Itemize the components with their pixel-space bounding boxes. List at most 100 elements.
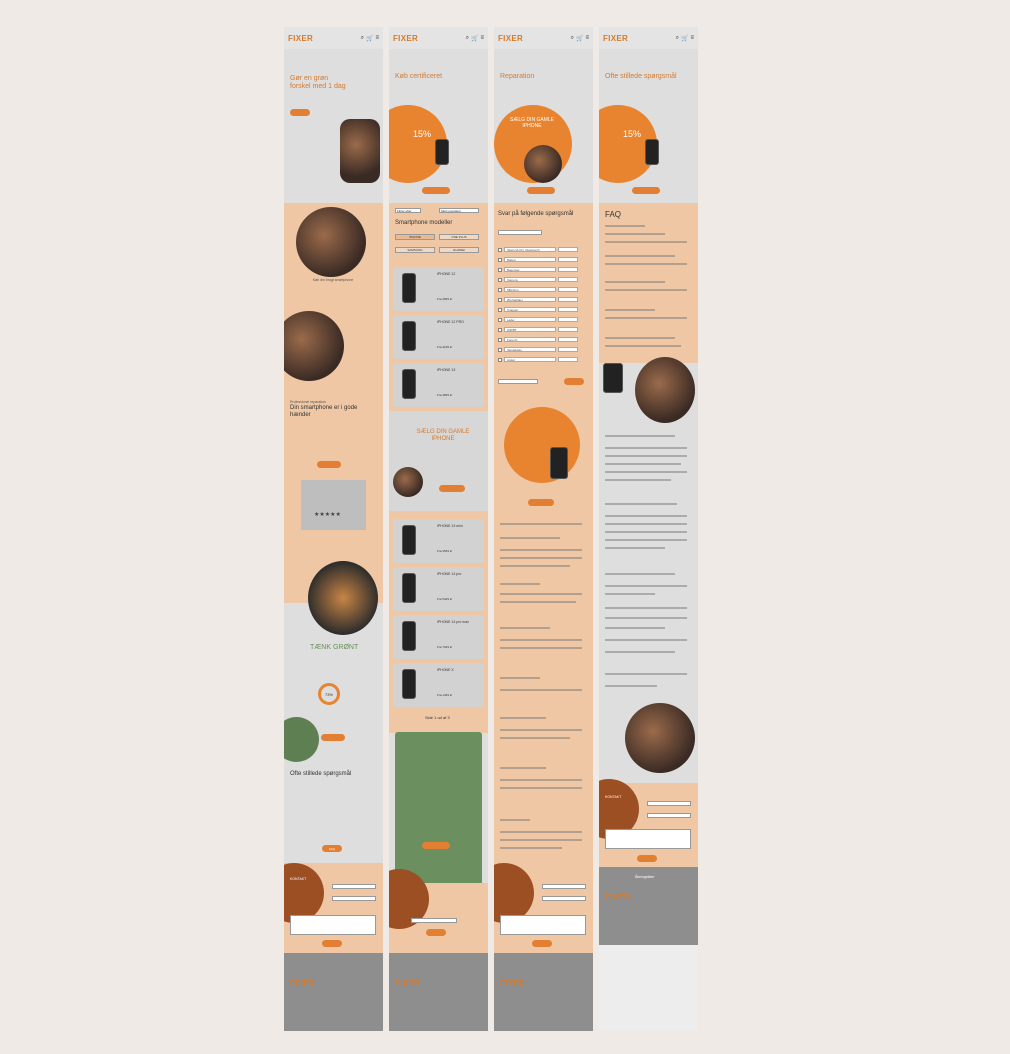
sell-photo: [393, 467, 423, 497]
send-button[interactable]: [322, 940, 342, 947]
faq-button[interactable]: FAQ: [322, 845, 342, 852]
product-card[interactable]: IPHONE 14 pro max Fra 7349 kr: [393, 615, 484, 659]
option-row[interactable]: Face ID: [498, 336, 589, 343]
menu-icon[interactable]: ≡: [690, 35, 694, 42]
sell-button[interactable]: [527, 187, 555, 194]
option-row[interactable]: Skærm/LCD, Glas/touch: [498, 246, 589, 253]
eco-button[interactable]: [422, 842, 450, 849]
send-button[interactable]: [637, 855, 657, 862]
sell-title: SÆLG DIN GAMLE IPHONE: [510, 117, 554, 129]
page-faq: FIXER ⌕ 🛒 ≡ Ofte stillede spørgsmål 15% FA…: [599, 27, 698, 1031]
option-row[interactable]: Andet: [498, 356, 589, 363]
footer-logo: FIXER: [290, 979, 316, 988]
sell-button[interactable]: [439, 485, 465, 492]
hero-title: Ofte stillede spørgsmål: [605, 73, 677, 80]
models-title: Smartphone modeller: [395, 220, 453, 226]
faq-section: [599, 203, 698, 363]
contact-title: KONTAKT: [290, 877, 307, 881]
product-card[interactable]: IPHONE 12 PRO Fra 3199 kr: [393, 315, 484, 359]
option-row[interactable]: Vandskade: [498, 346, 589, 353]
cart-icon[interactable]: 🛒: [576, 35, 583, 42]
subscribe-button[interactable]: [426, 929, 446, 936]
option-row[interactable]: Bagcover: [498, 266, 589, 273]
footer-logo: FIXER: [500, 979, 526, 988]
brand-chip-samsung[interactable]: SAMSUNG: [395, 247, 435, 253]
info-button[interactable]: [528, 499, 554, 506]
product-card[interactable]: IPHONE 13 Fra 3849 kr: [393, 363, 484, 407]
eco-title: TÆNK GRØNT: [310, 644, 359, 651]
next-button[interactable]: [564, 378, 584, 385]
header: FIXER ⌕ 🛒 ≡: [599, 27, 698, 49]
rating: ★★★★★: [314, 512, 341, 518]
menu-icon[interactable]: ≡: [585, 35, 589, 42]
sell-title: SÆLG DIN GAMLE IPHONE: [416, 429, 470, 442]
eco-button[interactable]: [321, 734, 345, 741]
product-card[interactable]: IPHONE 12 Fra 2849 kr: [393, 267, 484, 311]
footer-title: Åbningstider: [635, 875, 655, 879]
header: FIXER ⌕ 🛒 ≡: [494, 27, 593, 49]
message-field[interactable]: [605, 829, 691, 849]
email-field[interactable]: [647, 813, 691, 818]
logo[interactable]: FIXER: [603, 34, 628, 43]
cart-icon[interactable]: 🛒: [681, 35, 688, 42]
newsletter-email[interactable]: [411, 918, 457, 923]
model-select[interactable]: [498, 230, 542, 235]
section-label: Professionel reparation: [290, 400, 326, 404]
header: FIXER ⌕ 🛒 ≡: [389, 27, 488, 49]
brand-chip-oneplus[interactable]: ONE PLUS: [439, 234, 479, 240]
menu-icon[interactable]: ≡: [375, 35, 379, 42]
page-home: FIXER ⌕ 🛒 ≡ Gør en grøn forskel med 1 dag …: [284, 27, 383, 1031]
footer-logo: FIXER: [395, 979, 421, 988]
option-row[interactable]: Lader: [498, 316, 589, 323]
hero-photo: [340, 119, 380, 183]
footer-logo: FIXER: [605, 893, 631, 902]
hero-button[interactable]: [290, 109, 310, 116]
name-field[interactable]: [647, 801, 691, 806]
option-row[interactable]: Wifi/BT: [498, 326, 589, 333]
search-icon[interactable]: ⌕: [361, 35, 364, 42]
send-button[interactable]: [532, 940, 552, 947]
shop-button[interactable]: [422, 187, 450, 194]
product-card[interactable]: IPHONE 14 pro Fra 5449 kr: [393, 567, 484, 611]
cart-icon[interactable]: 🛒: [471, 35, 478, 42]
hero-button[interactable]: [632, 187, 660, 194]
pagination[interactable]: Side 1 ud af 3: [425, 715, 450, 720]
option-row[interactable]: Kamera: [498, 276, 589, 283]
price-field[interactable]: [498, 379, 538, 384]
message-field[interactable]: [290, 915, 376, 935]
email-field[interactable]: [542, 896, 586, 901]
hero-title: Køb certificeret: [395, 73, 443, 80]
leaf-decoration: [284, 717, 319, 762]
option-row[interactable]: Knapper: [498, 306, 589, 313]
product-image: [296, 207, 366, 277]
option-row[interactable]: Ørehøjttaler: [498, 296, 589, 303]
search-icon[interactable]: ⌕: [676, 35, 679, 42]
product-card[interactable]: IPHONE X Fra 1449 kr: [393, 663, 484, 707]
info-circle: [504, 407, 580, 483]
name-field[interactable]: [542, 884, 586, 889]
message-field[interactable]: [500, 915, 586, 935]
cart-icon[interactable]: 🛒: [366, 35, 373, 42]
brand-chip-iphone[interactable]: IPHONE: [395, 234, 435, 240]
page-end: [599, 945, 698, 1031]
design-board: FIXER ⌕ 🛒 ≡ Gør en grøn forskel med 1 dag …: [284, 27, 702, 1031]
filter-select[interactable]: Filtrer efter: [395, 208, 421, 213]
read-more-button[interactable]: [317, 461, 341, 468]
testimonial-card: [301, 480, 366, 530]
search-icon[interactable]: ⌕: [571, 35, 574, 42]
logo[interactable]: FIXER: [393, 34, 418, 43]
sell-photo: [524, 145, 562, 183]
logo[interactable]: FIXER: [288, 34, 313, 43]
option-row[interactable]: Mikrofon: [498, 286, 589, 293]
email-field[interactable]: [332, 896, 376, 901]
header: FIXER ⌕ 🛒 ≡: [284, 27, 383, 49]
brand-chip-huawei[interactable]: HUAWEI: [439, 247, 479, 253]
sort-select[interactable]: Mest populære: [439, 208, 479, 213]
search-icon[interactable]: ⌕: [466, 35, 469, 42]
name-field[interactable]: [332, 884, 376, 889]
product-card[interactable]: IPHONE 13 mini Fra 3549 kr: [393, 519, 484, 563]
option-row[interactable]: Batteri: [498, 256, 589, 263]
phone-image: [435, 139, 449, 165]
menu-icon[interactable]: ≡: [480, 35, 484, 42]
logo[interactable]: FIXER: [498, 34, 523, 43]
